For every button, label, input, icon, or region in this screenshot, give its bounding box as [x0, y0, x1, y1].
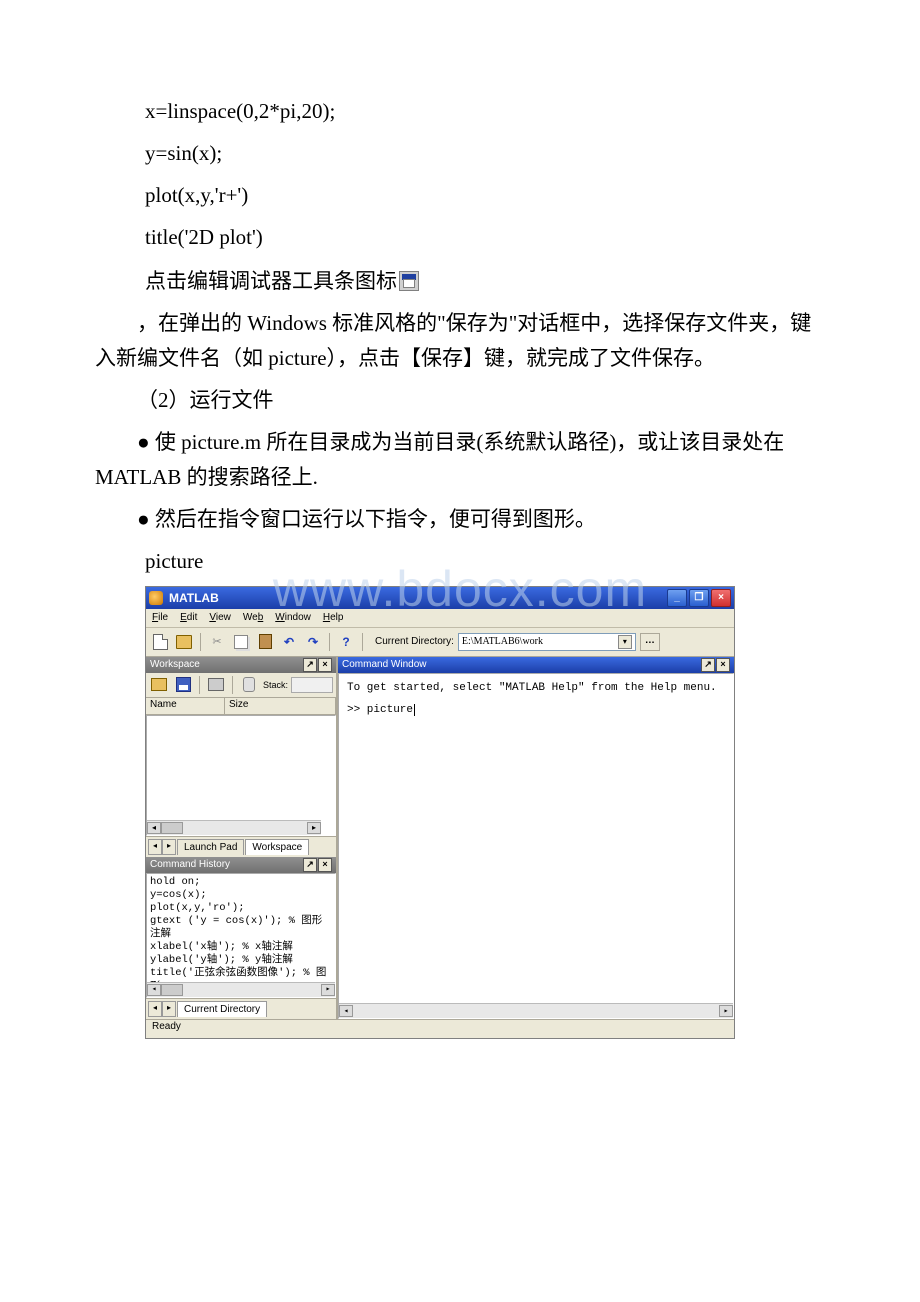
- workspace-title[interactable]: Workspace ↗ ×: [146, 657, 336, 673]
- command-window[interactable]: To get started, select "MATLAB Help" fro…: [338, 673, 734, 1019]
- history-line: gtext ('y = cos(x)'); % 图形注解: [150, 915, 332, 941]
- close-icon[interactable]: ×: [716, 658, 730, 672]
- paste-button[interactable]: [255, 632, 275, 652]
- code-line: x=linspace(0,2*pi,20);: [145, 90, 825, 132]
- save-icon: [399, 271, 419, 291]
- menu-help[interactable]: Help: [323, 612, 344, 623]
- undo-button[interactable]: ↶: [279, 632, 299, 652]
- menu-edit[interactable]: Edit: [180, 612, 197, 623]
- command-window-title[interactable]: Command Window ↗ ×: [338, 657, 734, 673]
- maximize-button[interactable]: ❐: [689, 589, 709, 607]
- tab-launch-pad[interactable]: Launch Pad: [177, 839, 244, 855]
- paragraph: ● 使 picture.m 所在目录成为当前目录(系统默认路径)，或让该目录处在…: [95, 425, 825, 496]
- code-line: y=sin(x);: [145, 132, 825, 174]
- browse-button[interactable]: …: [640, 633, 660, 651]
- undock-icon[interactable]: ↗: [303, 658, 317, 672]
- history-line: xlabel('x轴'); % x轴注解: [150, 941, 332, 954]
- tab-arrow-right-icon[interactable]: ▸: [162, 1001, 176, 1017]
- command-prompt: >> picture: [347, 704, 725, 716]
- open-var-button[interactable]: [149, 675, 169, 695]
- open-button[interactable]: [174, 632, 194, 652]
- current-directory-input[interactable]: E:\MATLAB6\work ▾: [458, 633, 636, 651]
- paragraph: ，在弹出的 Windows 标准风格的"保存为"对话框中，选择保存文件夹，键入新…: [95, 306, 825, 377]
- tab-arrow-left-icon[interactable]: ◂: [148, 839, 162, 855]
- menu-web[interactable]: Web: [243, 612, 263, 623]
- workspace-header: Name Size: [146, 698, 336, 715]
- paragraph: 点击编辑调试器工具条图标: [145, 264, 825, 300]
- menu-file[interactable]: File: [152, 612, 168, 623]
- close-icon[interactable]: ×: [318, 658, 332, 672]
- help-button[interactable]: ?: [336, 632, 356, 652]
- history-title-label: Command History: [150, 859, 230, 870]
- window-title: MATLAB: [169, 591, 219, 605]
- workspace-title-label: Workspace: [150, 659, 200, 670]
- toolbar: ✂ ↶ ↷ ? Current Directory: E:\MATLAB6\wo…: [146, 628, 734, 657]
- history-line: y=cos(x);: [150, 889, 332, 902]
- minimize-button[interactable]: _: [667, 589, 687, 607]
- undock-icon[interactable]: ↗: [701, 658, 715, 672]
- delete-button[interactable]: [239, 675, 259, 695]
- history-tabs: ◂ ▸ Current Directory: [146, 998, 336, 1019]
- history-line: ylabel('y轴'); % y轴注解: [150, 954, 332, 967]
- command-window-title-label: Command Window: [342, 659, 426, 670]
- menubar: File Edit View Web Window Help: [146, 609, 734, 628]
- save-ws-button[interactable]: [173, 675, 193, 695]
- tab-workspace[interactable]: Workspace: [245, 839, 309, 855]
- h-scrollbar[interactable]: ◂▸: [147, 820, 321, 835]
- workspace-toolbar: Stack:: [146, 673, 336, 698]
- tab-arrow-left-icon[interactable]: ◂: [148, 1001, 162, 1017]
- new-button[interactable]: [150, 632, 170, 652]
- titlebar[interactable]: MATLAB _ ❐ ×: [146, 587, 734, 609]
- command-window-text: To get started, select "MATLAB Help" fro…: [347, 682, 725, 694]
- command-text: picture: [145, 544, 825, 580]
- copy-button[interactable]: [231, 632, 251, 652]
- stack-label: Stack:: [263, 680, 288, 690]
- code-line: title('2D plot'): [145, 216, 825, 258]
- history-list[interactable]: hold on; y=cos(x); plot(x,y,'ro'); gtext…: [146, 873, 336, 998]
- col-name[interactable]: Name: [146, 698, 225, 714]
- text: 点击编辑调试器工具条图标: [145, 269, 397, 293]
- h-scrollbar[interactable]: ◂▸: [339, 1003, 733, 1018]
- h-scrollbar[interactable]: ◂▸: [147, 982, 335, 997]
- col-size[interactable]: Size: [225, 698, 336, 714]
- paragraph: ● 然后在指令窗口运行以下指令，便可得到图形。: [95, 502, 825, 538]
- redo-button[interactable]: ↷: [303, 632, 323, 652]
- status-bar: Ready: [146, 1019, 734, 1038]
- paragraph: （2）运行文件: [95, 383, 825, 419]
- history-title[interactable]: Command History ↗ ×: [146, 857, 336, 873]
- close-button[interactable]: ×: [711, 589, 731, 607]
- chevron-down-icon[interactable]: ▾: [618, 635, 632, 649]
- history-line: hold on;: [150, 876, 332, 889]
- stack-dropdown[interactable]: [291, 677, 333, 693]
- menu-window[interactable]: Window: [275, 612, 311, 623]
- tab-current-directory[interactable]: Current Directory: [177, 1001, 267, 1017]
- matlab-logo-icon: [149, 591, 163, 605]
- close-icon[interactable]: ×: [318, 858, 332, 872]
- code-line: plot(x,y,'r+'): [145, 174, 825, 216]
- workspace-grid[interactable]: ◂▸: [146, 715, 336, 836]
- cut-button[interactable]: ✂: [207, 632, 227, 652]
- matlab-window: MATLAB _ ❐ × File Edit View Web Window H…: [145, 586, 735, 1039]
- current-directory-label: Current Directory:: [375, 636, 454, 647]
- tab-arrow-right-icon[interactable]: ▸: [162, 839, 176, 855]
- menu-view[interactable]: View: [209, 612, 231, 623]
- workspace-tabs: ◂ ▸ Launch Pad Workspace: [146, 836, 336, 857]
- current-directory-value: E:\MATLAB6\work: [462, 636, 543, 647]
- history-line: plot(x,y,'ro');: [150, 902, 332, 915]
- undock-icon[interactable]: ↗: [303, 858, 317, 872]
- print-button[interactable]: [206, 675, 226, 695]
